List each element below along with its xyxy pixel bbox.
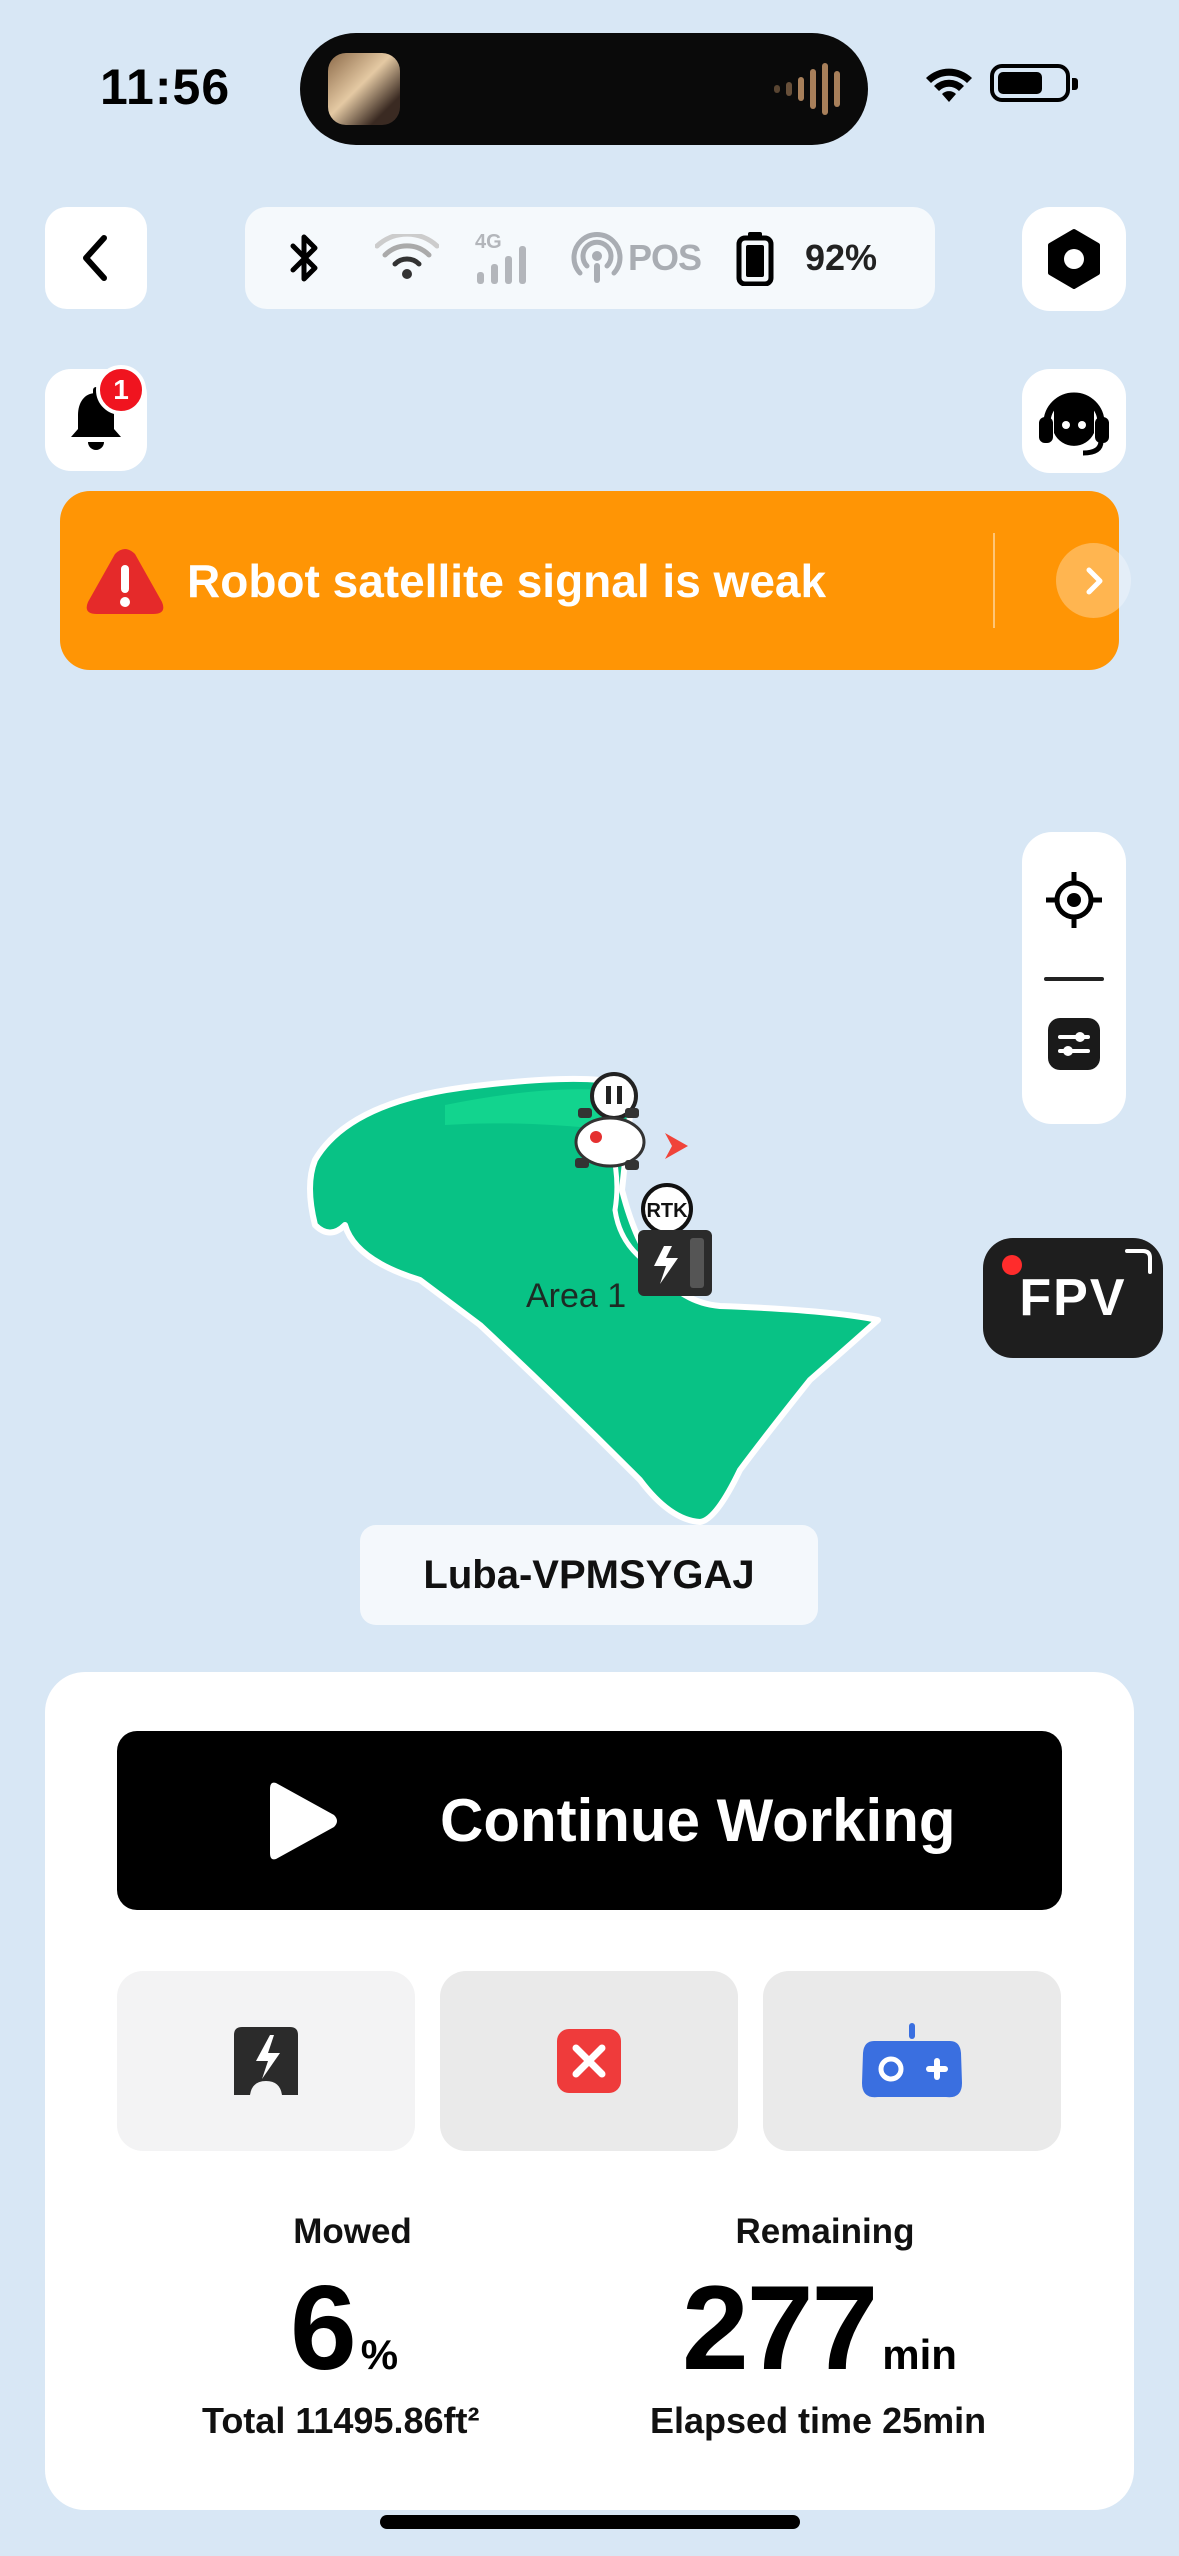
wifi-icon <box>375 207 439 309</box>
remote-control-icon <box>862 2023 962 2098</box>
audio-waveform-icon <box>774 63 840 115</box>
remaining-unit: min <box>882 2331 957 2378</box>
device-name-pill[interactable]: Luba-VPMSYGAJ <box>360 1525 818 1625</box>
chevron-right-icon <box>1086 567 1102 594</box>
cellular-4g-icon: 4G <box>473 207 535 309</box>
back-button[interactable] <box>45 207 147 309</box>
mowed-title: Mowed <box>293 2212 412 2251</box>
svg-text:4G: 4G <box>475 231 502 253</box>
home-indicator[interactable] <box>380 2515 800 2529</box>
rtk-signal-icon: POS <box>570 207 702 309</box>
warning-icon <box>86 549 164 614</box>
status-time: 11:56 <box>100 59 231 115</box>
total-area: Total 11495.86ft² <box>202 2400 480 2441</box>
wifi-status-icon <box>926 68 972 102</box>
headset-icon <box>1039 392 1109 456</box>
mowed-value: 6 <box>290 2261 357 2395</box>
pos-label: POS <box>628 237 702 278</box>
mowed-value-group: 6 % <box>290 2268 398 2388</box>
settings-button[interactable] <box>1022 207 1126 311</box>
mower-robot[interactable] <box>574 1072 688 1170</box>
robot-battery-icon <box>735 207 775 309</box>
stop-icon <box>557 2029 621 2093</box>
crosshair-icon <box>1046 872 1102 928</box>
tools-divider <box>1044 977 1104 981</box>
remote-control-button[interactable] <box>763 1971 1061 2151</box>
elapsed-time: Elapsed time 25min <box>650 2400 987 2441</box>
remaining-title: Remaining <box>735 2212 915 2251</box>
return-to-charge-button[interactable] <box>117 1971 415 2151</box>
locate-button[interactable] <box>1044 870 1104 935</box>
satellite-alert-banner[interactable]: Robot satellite signal is weak <box>60 491 1131 670</box>
area-label: Area 1 <box>526 1277 627 1315</box>
now-playing-artwork <box>328 53 400 125</box>
alert-details-button[interactable] <box>1056 543 1131 618</box>
hex-settings-icon <box>1048 229 1100 289</box>
connectivity-status-bar: 4G POS 92% <box>245 207 935 309</box>
mowed-unit: % <box>360 2331 399 2378</box>
play-icon <box>270 1782 337 1860</box>
remaining-value-group: 277 min <box>682 2268 957 2388</box>
charging-station[interactable]: RTK <box>638 1183 712 1296</box>
notification-badge: 1 <box>96 365 146 415</box>
dynamic-island <box>300 33 868 145</box>
alert-divider <box>993 533 995 628</box>
charge-station-icon <box>234 2027 298 2095</box>
rtk-label: RTK <box>646 1200 688 1222</box>
battery-percent: 92% <box>805 237 878 278</box>
continue-working-label: Continue Working <box>440 1787 956 1854</box>
alert-message: Robot satellite signal is weak <box>187 554 827 607</box>
chevron-left-icon <box>83 235 107 281</box>
battery-status-icon <box>990 64 1078 102</box>
customer-support-button[interactable] <box>1022 369 1126 473</box>
continue-working-button[interactable]: Continue Working <box>117 1731 1062 1910</box>
stop-task-button[interactable] <box>440 1971 738 2151</box>
bluetooth-icon <box>285 207 325 309</box>
remaining-value: 277 <box>682 2261 878 2395</box>
